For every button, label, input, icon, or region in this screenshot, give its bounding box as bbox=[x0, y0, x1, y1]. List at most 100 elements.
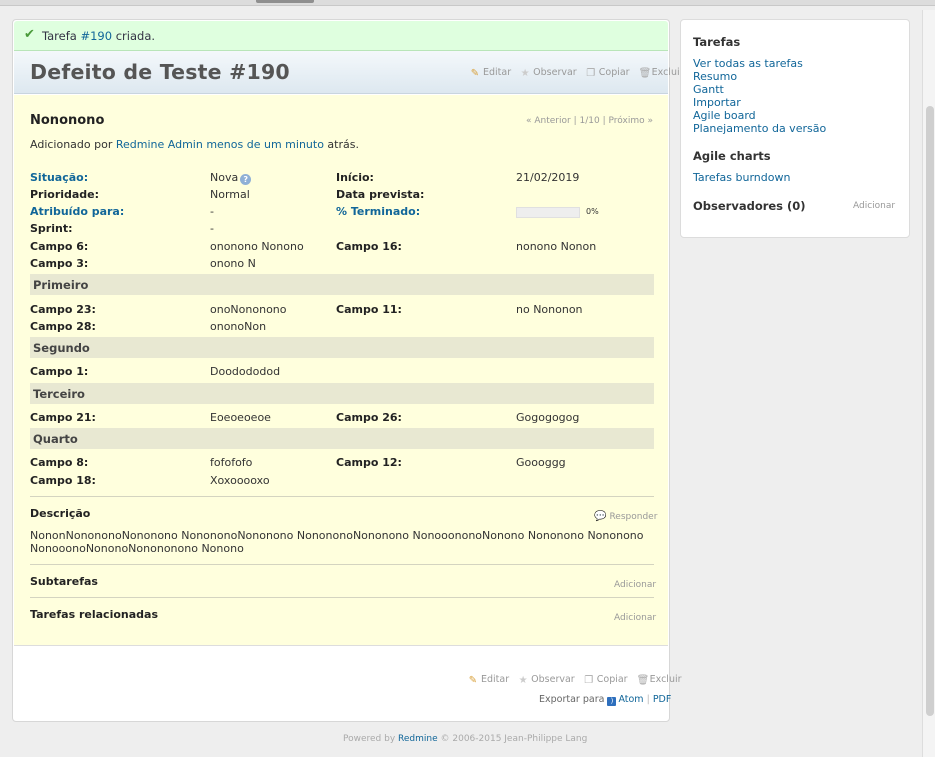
star-icon: ★ bbox=[518, 675, 528, 686]
field-23-value: onoNononono bbox=[210, 303, 287, 316]
export-label: Exportar para bbox=[539, 694, 605, 705]
group-header-terceiro: Terceiro bbox=[30, 383, 654, 404]
add-subtask-link[interactable]: Adicionar bbox=[614, 580, 656, 590]
sidebar-link-import[interactable]: Importar bbox=[693, 96, 741, 109]
subtasks-title: Subtarefas bbox=[30, 575, 98, 588]
check-icon: ✔ bbox=[24, 27, 35, 42]
description-text: NononNonononoNononono NonononoNononono N… bbox=[30, 529, 654, 555]
priority-value: Normal bbox=[210, 188, 250, 201]
assigned-to-value: - bbox=[210, 205, 214, 218]
watch-button[interactable]: ★ Observar bbox=[520, 67, 577, 79]
field-1-value: Doodododod bbox=[210, 365, 281, 378]
time-link[interactable]: menos de um minuto bbox=[206, 138, 324, 151]
reply-button[interactable]: 💬 Responder bbox=[594, 511, 657, 522]
star-icon: ★ bbox=[520, 68, 530, 79]
sidebar-link-summary[interactable]: Resumo bbox=[693, 70, 737, 83]
field-1-label: Campo 1: bbox=[30, 365, 89, 378]
field-26-value: Gogogogog bbox=[516, 411, 580, 424]
sidebar-link-roadmap[interactable]: Planejamento da versão bbox=[693, 122, 826, 135]
status-value: Nova bbox=[210, 171, 239, 184]
issue-content: ✔ Tarefa #190 criada. Defeito de Teste #… bbox=[12, 19, 684, 722]
pencil-icon: ✎ bbox=[468, 675, 478, 686]
field-18-value: Xoxooooxo bbox=[210, 474, 270, 487]
field-11-value: no Nononon bbox=[516, 303, 583, 316]
field-16-label: Campo 16: bbox=[336, 240, 402, 253]
export-separator: | bbox=[646, 694, 650, 705]
field-3-label: Campo 3: bbox=[30, 257, 89, 270]
description-title: Descrição bbox=[30, 507, 91, 520]
sprint-value: - bbox=[210, 222, 214, 235]
delete-button[interactable]: 🗑Excluir bbox=[639, 67, 684, 79]
flash-prefix: Tarefa bbox=[42, 29, 81, 43]
footer-suffix: © 2006-2015 Jean-Philippe Lang bbox=[437, 734, 588, 744]
field-28-label: Campo 28: bbox=[30, 320, 96, 333]
sidebar-watchers-title: Observadores (0) bbox=[693, 199, 806, 213]
field-6-label: Campo 6: bbox=[30, 240, 89, 253]
page-scrollbar[interactable] bbox=[922, 10, 935, 757]
field-6-value: ononono Nonono bbox=[210, 240, 304, 253]
copy-button[interactable]: ❐ Copiar bbox=[584, 674, 627, 686]
author-prefix: Adicionado por bbox=[30, 138, 116, 151]
group-header-quarto: Quarto bbox=[30, 428, 654, 449]
edit-button[interactable]: ✎ Editar bbox=[468, 674, 509, 686]
field-28-value: ononoNon bbox=[210, 320, 267, 333]
field-8-value: fofofofo bbox=[210, 456, 253, 469]
field-11-label: Campo 11: bbox=[336, 303, 402, 316]
flash-issue-link[interactable]: #190 bbox=[80, 29, 112, 43]
watch-button[interactable]: ★ Observar bbox=[518, 674, 575, 686]
field-23-label: Campo 23: bbox=[30, 303, 96, 316]
assigned-to-label[interactable]: Atribuído para: bbox=[30, 205, 124, 218]
done-ratio-value: 0% bbox=[586, 207, 599, 216]
nav-position: 1/10 bbox=[579, 116, 600, 126]
next-link[interactable]: Próximo » bbox=[609, 116, 653, 126]
delete-button[interactable]: 🗑Excluir bbox=[637, 674, 682, 686]
done-ratio-label[interactable]: % Terminado: bbox=[336, 205, 420, 218]
sidebar-link-burndown[interactable]: Tarefas burndown bbox=[693, 171, 790, 184]
field-21-value: Eoeoeoeoe bbox=[210, 411, 271, 424]
redmine-link[interactable]: Redmine bbox=[398, 734, 438, 744]
atom-link[interactable]: Atom bbox=[618, 694, 643, 705]
field-21-label: Campo 21: bbox=[30, 411, 96, 424]
due-date-label: Data prevista: bbox=[336, 188, 425, 201]
edit-button[interactable]: ✎ Editar bbox=[470, 67, 511, 79]
group-header-segundo: Segundo bbox=[30, 337, 654, 358]
sidebar-link-agile-board[interactable]: Agile board bbox=[693, 109, 756, 122]
author-link[interactable]: Redmine Admin bbox=[116, 138, 203, 151]
field-18-label: Campo 18: bbox=[30, 474, 96, 487]
browser-tab-indicator bbox=[256, 0, 314, 3]
divider bbox=[30, 597, 654, 598]
nav-separator: | bbox=[602, 116, 606, 126]
copy-icon: ❐ bbox=[586, 68, 596, 79]
rss-icon: ) bbox=[607, 697, 617, 706]
add-watcher-link[interactable]: Adicionar bbox=[853, 201, 895, 211]
done-progress-bar bbox=[516, 207, 580, 218]
field-8-label: Campo 8: bbox=[30, 456, 89, 469]
sidebar-link-gantt[interactable]: Gantt bbox=[693, 83, 724, 96]
copy-button[interactable]: ❐ Copiar bbox=[586, 67, 629, 79]
prev-link[interactable]: « Anterior bbox=[526, 116, 571, 126]
field-26-label: Campo 26: bbox=[336, 411, 402, 424]
group-header-primeiro: Primeiro bbox=[30, 274, 654, 295]
status-label[interactable]: Situação: bbox=[30, 171, 88, 184]
issue-author-line: Adicionado por Redmine Admin menos de um… bbox=[30, 138, 359, 151]
help-icon[interactable]: ? bbox=[240, 174, 252, 185]
sidebar-agile-title: Agile charts bbox=[693, 149, 771, 163]
pdf-link[interactable]: PDF bbox=[653, 694, 672, 705]
start-date-value: 21/02/2019 bbox=[516, 171, 580, 184]
comment-icon: 💬 bbox=[594, 511, 607, 522]
top-actions: ✎ Editar ★ Observar ❐ Copiar 🗑Excluir bbox=[464, 67, 684, 79]
sidebar-issues-title: Tarefas bbox=[693, 35, 741, 49]
divider bbox=[30, 564, 654, 565]
sprint-label: Sprint: bbox=[30, 222, 73, 235]
add-related-link[interactable]: Adicionar bbox=[614, 613, 656, 623]
issue-details: Nononono « Anterior | 1/10 | Próximo » A… bbox=[14, 95, 668, 646]
description-line: NonooonoNononoNonononono Nonono bbox=[30, 542, 244, 555]
pencil-icon: ✎ bbox=[470, 68, 480, 79]
scrollbar-thumb[interactable] bbox=[926, 106, 934, 716]
description-line: NononNonononoNononono NonononoNononono N… bbox=[30, 529, 644, 542]
sidebar-link-all-issues[interactable]: Ver todas as tarefas bbox=[693, 57, 803, 70]
related-issues-title: Tarefas relacionadas bbox=[30, 608, 159, 621]
issue-header: Defeito de Teste #190 ✎ Editar ★ Observar … bbox=[14, 51, 684, 94]
copy-icon: ❐ bbox=[584, 675, 594, 686]
sidebar: Tarefas Ver todas as tarefas Resumo Gant… bbox=[680, 19, 910, 238]
